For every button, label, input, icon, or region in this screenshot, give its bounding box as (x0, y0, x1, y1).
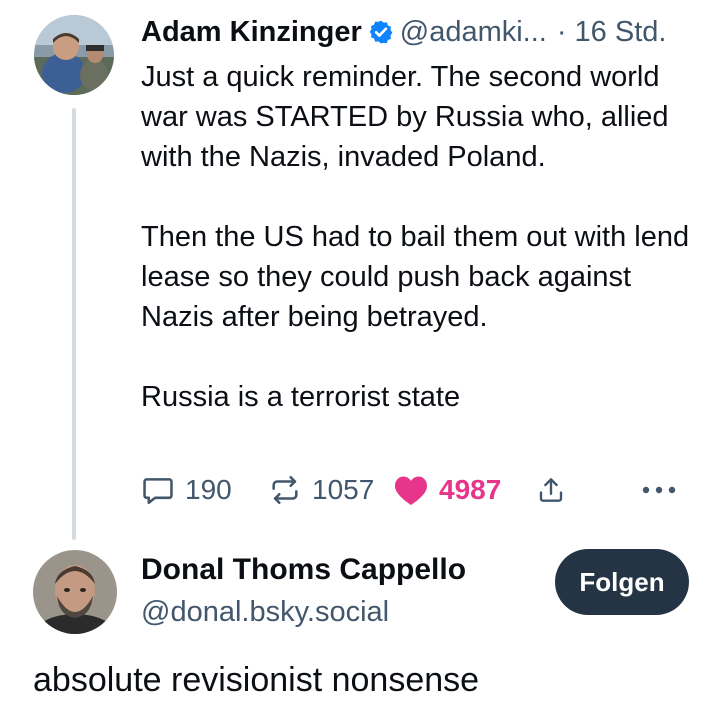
repost-button[interactable]: 1057 (268, 468, 374, 512)
reply-author-handle[interactable]: @donal.bsky.social (141, 592, 389, 632)
like-count: 4987 (439, 474, 502, 505)
follow-button[interactable]: Folgen (555, 549, 689, 615)
post-actions: 190 1057 4987 (141, 468, 686, 512)
post-paragraph: Just a quick reminder. The second world … (141, 61, 669, 173)
speech-bubble-icon (141, 473, 175, 507)
heart-icon (393, 473, 429, 507)
post-header: Adam Kinzinger @adamki... · 16 Std. (141, 10, 666, 54)
time-separator: · (556, 15, 567, 48)
author-handle[interactable]: @adamki... (400, 16, 547, 49)
reply-post[interactable]: Donal Thoms Cappello @donal.bsky.social … (0, 540, 720, 725)
author-name[interactable]: Adam Kinzinger (141, 16, 362, 49)
reply-text: absolute revisionist nonsense (33, 661, 480, 699)
post-text: Just a quick reminder. The second world … (141, 57, 701, 417)
share-upload-icon (536, 474, 566, 506)
post-paragraph: Then the US had to bail them out with le… (141, 221, 690, 333)
like-button[interactable]: 4987 (393, 468, 501, 512)
post-paragraph: Russia is a terrorist state (141, 381, 461, 413)
more-dots-icon (641, 484, 677, 496)
author-avatar[interactable] (34, 15, 114, 95)
thread-line (72, 108, 76, 540)
verified-badge-icon (368, 19, 394, 45)
reply-author-name[interactable]: Donal Thoms Cappello (141, 550, 466, 590)
parent-post[interactable]: Adam Kinzinger @adamki... · 16 Std. Just… (0, 0, 720, 540)
repost-count: 1057 (312, 474, 375, 505)
repost-arrows-icon (268, 473, 302, 507)
reply-author-avatar[interactable] (33, 550, 117, 634)
share-button[interactable] (536, 468, 566, 512)
reply-button[interactable]: 190 (141, 468, 232, 512)
post-timestamp[interactable]: 16 Std. (575, 16, 667, 49)
more-options-button[interactable] (641, 468, 677, 512)
reply-count: 190 (185, 474, 232, 505)
